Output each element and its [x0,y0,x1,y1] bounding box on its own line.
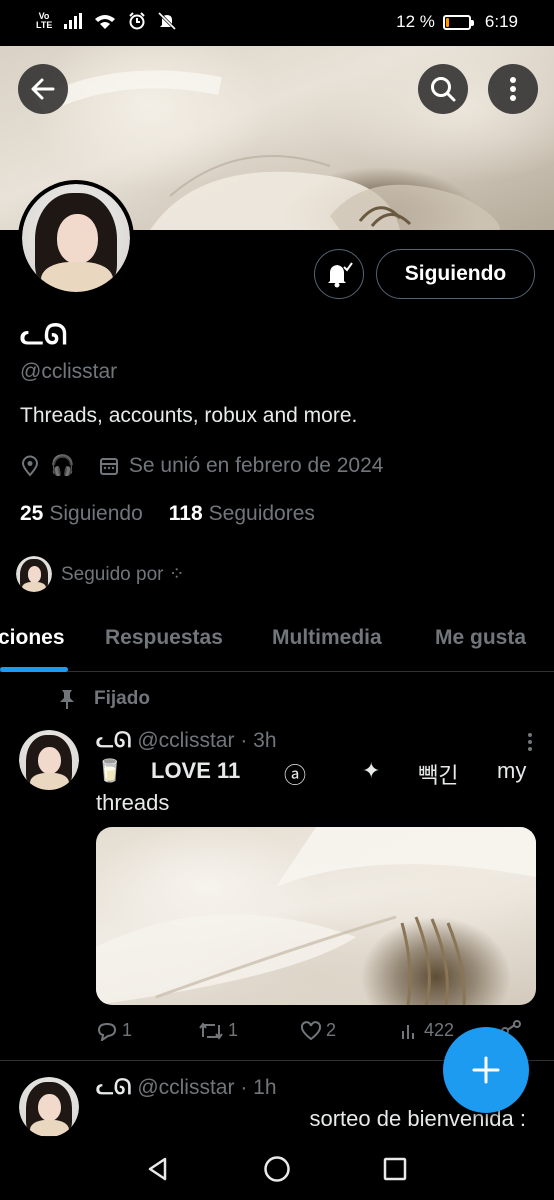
post-text-line1: 🥛 LOVE 11 ⓐ ✦ 빽긴 my [96,758,528,788]
clock: 6:19 [484,12,518,31]
battery-icon [442,14,474,30]
repost-icon [199,1021,223,1040]
followed-by-row[interactable]: Seguido por ⁘ [16,556,185,592]
nav-back-button[interactable] [143,1154,173,1184]
follow-counts: 25 Siguiendo 118 Seguidores [20,502,315,526]
followers-label: Seguidores [208,502,315,525]
pin-icon [60,690,74,709]
status-bar: Vo LTE 12 % 6:19 [0,0,554,46]
views-button[interactable]: 422 [400,1020,454,1041]
plus-icon [472,1056,500,1084]
more-vertical-icon [510,77,516,101]
profile-avatar[interactable] [18,180,134,296]
arrow-left-icon [31,78,55,100]
following-count: 25 [20,502,44,525]
pinned-indicator: Fijado [58,688,150,710]
following-button[interactable]: Siguiendo [376,249,535,299]
nav-home-button[interactable] [262,1154,292,1184]
tab-media[interactable]: Multimedia [272,626,382,650]
post-text-sparkle: ✦ [362,758,381,783]
nav-recents-button[interactable] [380,1154,410,1184]
wifi-icon [95,14,115,29]
back-button[interactable] [18,64,68,114]
repost-count: 1 [228,1020,239,1040]
profile-tabs: ciones Respuestas Multimedia Me gusta [0,610,554,672]
bell-check-icon [328,262,353,288]
notifications-button[interactable] [314,249,364,299]
more-options-button[interactable] [488,64,538,114]
pinned-label: Fijado [94,688,150,709]
reply-icon [97,1022,117,1041]
search-button[interactable] [418,64,468,114]
volte-label: Vo LTE [36,11,53,30]
followers-count: 118 [168,502,203,525]
post-image[interactable] [96,827,536,1005]
post-author-name[interactable]: ᓚᘏ [96,728,131,753]
reply-button[interactable]: 1 [96,1020,132,1041]
compose-button[interactable] [443,1027,529,1113]
battery-percent: 12 % [396,12,435,31]
home-circle-icon [264,1156,290,1182]
profile-bio: Threads, accounts, robux and more. [20,404,358,427]
joined-date: Se unió en febrero de 2024 [128,453,384,477]
headphones-emoji: 🎧 [50,455,75,477]
location-pin-icon [21,455,39,477]
display-name: ᓚᘏ [20,319,68,350]
post-image-petal-art [96,827,536,1005]
followed-by-text: Seguido por ⁘ [61,563,185,585]
followers-link[interactable]: 118 Seguidores [169,502,315,526]
repost-button[interactable]: 1 [198,1020,238,1041]
recents-square-icon [383,1157,407,1181]
post-author-name-2[interactable]: ᓚᘏ [96,1075,131,1100]
tab-posts[interactable]: ciones [0,626,65,650]
tab-likes[interactable]: Me gusta [435,626,526,650]
like-button[interactable]: 2 [300,1020,336,1041]
system-nav-bar [0,1136,554,1200]
post-avatar-2[interactable] [19,1077,79,1137]
views-chart-icon [402,1024,414,1039]
post-handle-time-2: @cclisstar · 1h [137,1075,277,1099]
tab-replies[interactable]: Respuestas [105,626,223,650]
calendar-icon [99,457,118,475]
post-text-love: LOVE 11 [151,758,241,783]
views-count: 422 [424,1020,455,1040]
like-count: 2 [326,1020,337,1040]
post-header: ᓚᘏ @cclisstar · 3h [96,728,277,753]
post-emoji-milk: 🥛 [96,758,124,783]
profile-handle: @cclisstar [20,360,118,383]
post-more-icon[interactable] [528,733,532,751]
post-header-2: ᓚᘏ @cclisstar · 1h [96,1075,277,1100]
alarm-icon [129,12,145,30]
post-avatar[interactable] [19,730,79,790]
search-icon [431,77,456,102]
follower-avatar [16,556,52,592]
post-text-symbol: ⓐ [284,763,307,788]
battery-level-fill [445,17,449,27]
active-tab-indicator [0,667,68,672]
post-handle-time: @cclisstar · 3h [137,728,277,752]
reply-count: 1 [122,1020,133,1040]
post-text-my: my [497,758,527,783]
avatar-portrait [22,184,130,292]
back-triangle-icon [148,1157,167,1181]
heart-icon [300,1020,322,1040]
post-text-korean: 빽긴 [418,763,459,788]
mute-icon [158,12,176,30]
following-label: Siguiendo [49,502,143,525]
profile-meta: 🎧 Se unió en febrero de 2024 [20,453,383,478]
following-link[interactable]: 25 Siguiendo [20,502,143,526]
signal-icon [64,13,82,29]
post-text-line2: threads [96,790,170,815]
